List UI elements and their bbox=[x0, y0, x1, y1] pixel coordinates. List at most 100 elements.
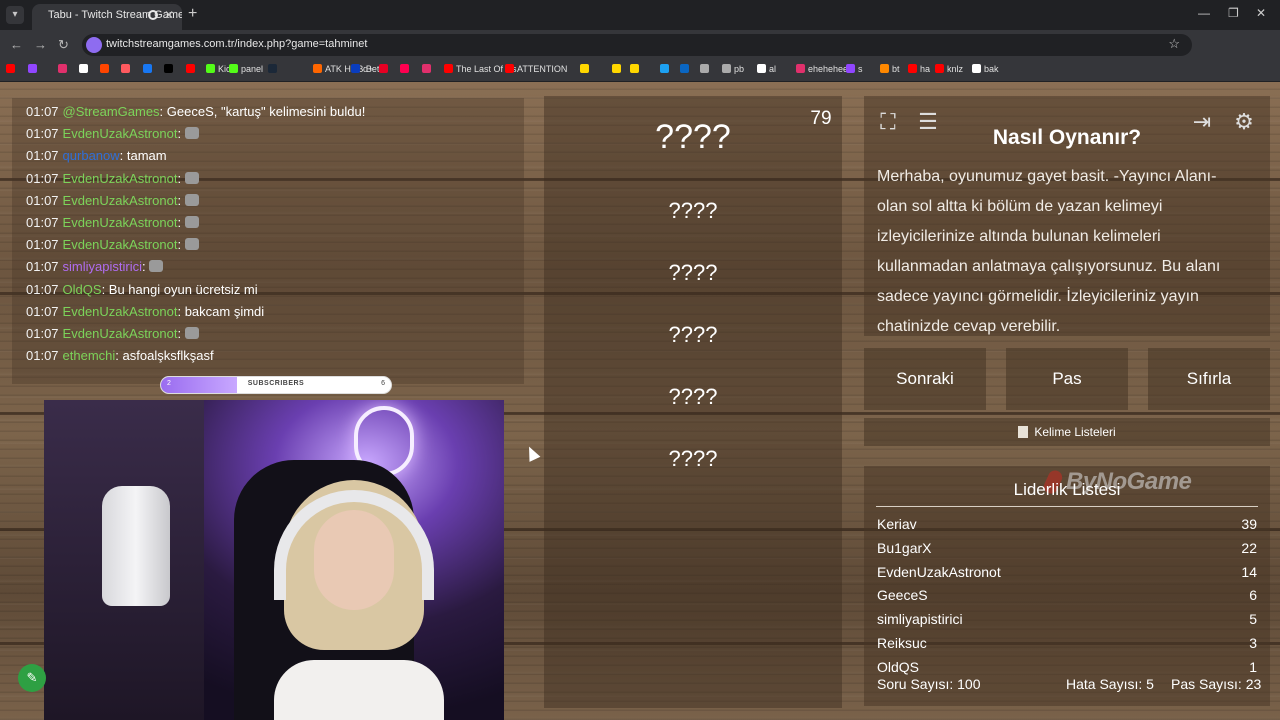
leaderboard-name: OldQS bbox=[877, 658, 920, 675]
bookmark-item[interactable] bbox=[400, 64, 412, 74]
bookmark-item[interactable]: ATTENTION bbox=[505, 64, 567, 74]
bookmark-favicon-icon bbox=[757, 64, 766, 73]
browser-tab[interactable]: Tabu - Twitch Stream Game ✕ bbox=[32, 4, 182, 30]
bookmark-item[interactable]: ha bbox=[908, 64, 930, 74]
bookmark-item[interactable] bbox=[680, 64, 692, 74]
chat-timestamp: 01:07 bbox=[26, 148, 59, 164]
chat-separator: : bbox=[159, 104, 167, 119]
edit-pencil-button[interactable]: ✎ bbox=[18, 664, 46, 692]
bookmark-label: panel bbox=[241, 64, 264, 74]
bookmark-item[interactable]: bak bbox=[972, 64, 999, 74]
bookmarks-bar: KickpanelATK HUB Betad+The Last Of UsATT… bbox=[0, 60, 1280, 82]
chat-separator: : bbox=[142, 259, 150, 275]
chat-message: 01:07 qurbanow: tamam bbox=[26, 148, 167, 163]
recording-icon bbox=[148, 10, 158, 20]
chat-text: Bu hangi oyun ücretsiz mi bbox=[108, 281, 258, 297]
close-window-icon[interactable]: ✕ bbox=[1256, 6, 1266, 20]
chat-username[interactable]: OldQS bbox=[63, 282, 102, 297]
bookmark-item[interactable] bbox=[28, 64, 40, 74]
logout-icon[interactable]: ⇥ bbox=[1186, 106, 1218, 138]
bookmark-item[interactable]: bt bbox=[880, 64, 900, 74]
bookmark-item[interactable] bbox=[268, 64, 280, 74]
bookmark-favicon-icon bbox=[121, 64, 130, 73]
forward-icon[interactable]: → bbox=[34, 37, 47, 52]
bookmark-item[interactable]: ehehehee bbox=[796, 64, 848, 74]
chat-username[interactable]: EvdenUzakAstronot bbox=[63, 171, 178, 186]
chat-emote-icon bbox=[184, 127, 199, 140]
reset-button[interactable]: Sıfırla bbox=[1148, 348, 1270, 410]
chat-emote-icon bbox=[149, 260, 164, 273]
bookmark-item[interactable]: al bbox=[757, 64, 776, 74]
chat-emote-icon bbox=[184, 171, 199, 184]
bookmark-item[interactable] bbox=[79, 64, 91, 74]
bookmark-favicon-icon bbox=[58, 64, 67, 73]
bookmark-label: d+ bbox=[363, 64, 374, 74]
bookmark-item[interactable] bbox=[121, 64, 133, 74]
reload-icon[interactable]: ↻ bbox=[58, 37, 69, 53]
chat-emote-icon bbox=[184, 238, 199, 251]
chat-username[interactable]: EvdenUzakAstronot bbox=[63, 126, 178, 141]
bookmark-item[interactable] bbox=[100, 64, 112, 74]
chat-text: bakcam şimdi bbox=[184, 303, 265, 319]
new-tab-icon[interactable]: + bbox=[188, 5, 197, 23]
minimize-icon[interactable]: — bbox=[1198, 6, 1210, 20]
chat-username[interactable]: ethemchi bbox=[63, 348, 116, 363]
webcam-streamer-shirt bbox=[274, 660, 444, 720]
bookmark-item[interactable]: s bbox=[846, 64, 863, 74]
site-info-icon[interactable] bbox=[86, 37, 102, 53]
close-tab-icon[interactable]: ✕ bbox=[164, 4, 174, 26]
chat-separator: : bbox=[177, 303, 185, 319]
pass-button[interactable]: Pas bbox=[1006, 348, 1128, 410]
chat-timestamp: 01:07 bbox=[26, 281, 59, 297]
pass-count: Pas Sayısı: 23 bbox=[1171, 676, 1262, 692]
bookmark-star-icon[interactable]: ☆ bbox=[1168, 36, 1180, 52]
chat-username[interactable]: qurbanow bbox=[63, 148, 120, 163]
maximize-icon[interactable]: ❐ bbox=[1228, 6, 1239, 20]
leaderboard-name: Reiksuc bbox=[877, 635, 927, 651]
bookmark-item[interactable] bbox=[58, 64, 70, 74]
url-field[interactable]: twitchstreamgames.com.tr/index.php?game=… bbox=[82, 34, 1192, 56]
bookmark-favicon-icon bbox=[972, 64, 981, 73]
chat-username[interactable]: EvdenUzakAstronot bbox=[63, 193, 178, 208]
bookmark-item[interactable] bbox=[6, 64, 18, 74]
chat-username[interactable]: EvdenUzakAstronot bbox=[63, 304, 178, 319]
chat-separator: : bbox=[177, 170, 185, 186]
bookmark-item[interactable] bbox=[612, 64, 624, 74]
bookmark-favicon-icon bbox=[630, 64, 639, 73]
bookmark-favicon-icon bbox=[79, 64, 88, 73]
bookmark-item[interactable]: pb bbox=[722, 64, 744, 74]
bookmark-item[interactable]: panel bbox=[229, 64, 263, 74]
chat-separator: : bbox=[115, 348, 123, 364]
next-button[interactable]: Sonraki bbox=[864, 348, 986, 410]
chat-username[interactable]: EvdenUzakAstronot bbox=[63, 215, 178, 230]
leaderboard-score: 3 bbox=[1249, 635, 1257, 651]
back-icon[interactable]: ← bbox=[10, 37, 23, 52]
bookmark-item[interactable] bbox=[379, 64, 391, 74]
chat-username[interactable]: @StreamGames bbox=[63, 104, 160, 119]
bookmark-item[interactable] bbox=[422, 64, 434, 74]
settings-gear-icon[interactable]: ⚙ bbox=[1228, 106, 1260, 138]
bookmark-item[interactable] bbox=[143, 64, 155, 74]
bookmark-label: knlz bbox=[947, 64, 964, 74]
bookmark-favicon-icon bbox=[164, 64, 173, 73]
bookmark-item[interactable] bbox=[700, 64, 712, 74]
tab-search-icon[interactable]: ▾ bbox=[6, 6, 24, 24]
bookmark-item[interactable]: d+ bbox=[351, 64, 373, 74]
bookmark-favicon-icon bbox=[846, 64, 855, 73]
chat-timestamp: 01:07 bbox=[26, 215, 59, 230]
chat-username[interactable]: simliyapistirici bbox=[63, 259, 142, 274]
bookmark-item[interactable] bbox=[660, 64, 672, 74]
bookmark-item[interactable]: knlz bbox=[935, 64, 963, 74]
bookmark-favicon-icon bbox=[935, 64, 944, 73]
chat-username[interactable]: EvdenUzakAstronot bbox=[63, 326, 178, 341]
chat-username[interactable]: EvdenUzakAstronot bbox=[63, 237, 178, 252]
bookmark-favicon-icon bbox=[28, 64, 37, 73]
bookmark-item[interactable] bbox=[186, 64, 198, 74]
chat-timestamp: 01:07 bbox=[26, 170, 59, 186]
bookmark-item[interactable] bbox=[164, 64, 176, 74]
bookmark-item[interactable] bbox=[580, 64, 592, 74]
chat-timestamp: 01:07 bbox=[26, 104, 59, 119]
word-lists-button[interactable]: Kelime Listeleri bbox=[864, 418, 1270, 446]
bookmark-item[interactable]: ATK HUB Beta bbox=[313, 64, 384, 74]
bookmark-item[interactable] bbox=[630, 64, 642, 74]
